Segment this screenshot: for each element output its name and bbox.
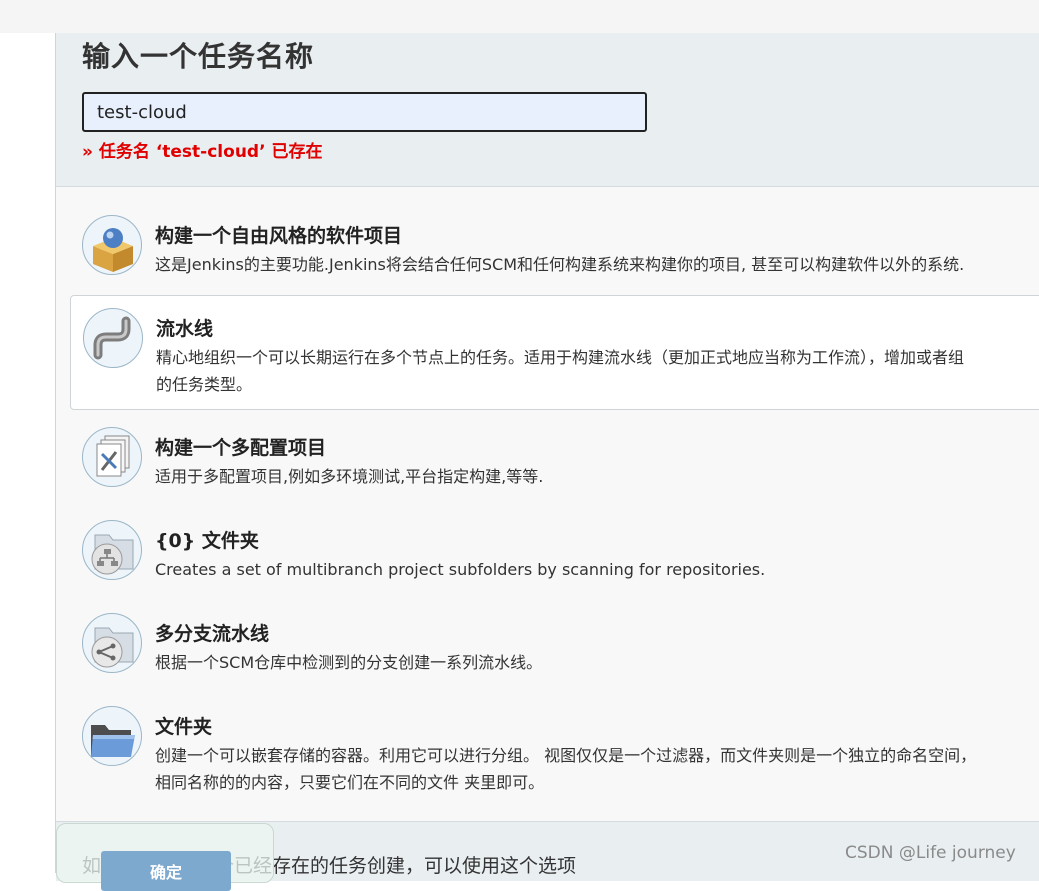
item-name-section: 输入一个任务名称 » 任务名 ‘test-cloud’ 已存在 bbox=[56, 33, 1039, 187]
ok-button[interactable]: 确定 bbox=[101, 851, 231, 891]
folder-icon bbox=[82, 706, 142, 766]
item-type-desc: 精心地组织一个可以长期运行在多个节点上的任务。适用于构建流水线（更加正式地应当称… bbox=[156, 348, 965, 367]
item-type-label: {0} 文件夹 bbox=[155, 530, 259, 552]
item-type-pipeline[interactable]: 流水线 精心地组织一个可以长期运行在多个节点上的任务。适用于构建流水线（更加正式… bbox=[70, 295, 1039, 410]
item-type-org-folder[interactable]: {0} 文件夹 Creates a set of multibranch pro… bbox=[70, 508, 1039, 596]
multi-config-project-icon bbox=[82, 427, 142, 487]
top-bar bbox=[0, 0, 1039, 33]
item-type-desc-line2: 相同名称的的内容，只要它们在不同的文件 夹里即可。 bbox=[155, 773, 545, 792]
item-type-desc: 适用于多配置项目,例如多环境测试,平台指定构建,等等. bbox=[155, 467, 544, 486]
item-name-title: 输入一个任务名称 bbox=[82, 40, 315, 73]
item-type-label: 构建一个多配置项目 bbox=[155, 437, 327, 459]
item-type-desc-line2: 的任务类型。 bbox=[156, 375, 253, 394]
item-type-desc: Creates a set of multibranch project sub… bbox=[155, 560, 766, 579]
item-type-multi-config[interactable]: 构建一个多配置项目 适用于多配置项目,例如多环境测试,平台指定构建,等等. bbox=[70, 415, 1039, 503]
ok-button-bar: 确定 bbox=[56, 823, 274, 891]
item-type-desc: 根据一个SCM仓库中检测到的分支创建一系列流水线。 bbox=[155, 653, 543, 672]
item-type-multibranch-pipeline[interactable]: 多分支流水线 根据一个SCM仓库中检测到的分支创建一系列流水线。 bbox=[70, 601, 1039, 689]
item-type-desc: 创建一个可以嵌套存储的容器。利用它可以进行分组。 视图仅仅是一个过滤器，而文件夹… bbox=[155, 746, 977, 765]
multibranch-pipeline-icon bbox=[82, 613, 142, 673]
item-type-desc: 这是Jenkins的主要功能.Jenkins将会结合任何SCM和任何构建系统来构… bbox=[155, 255, 965, 274]
item-name-error: » 任务名 ‘test-cloud’ 已存在 bbox=[82, 142, 323, 162]
org-folder-icon bbox=[82, 520, 142, 580]
item-type-label: 流水线 bbox=[156, 318, 214, 340]
item-type-freestyle[interactable]: 构建一个自由风格的软件项目 这是Jenkins的主要功能.Jenkins将会结合… bbox=[70, 203, 1039, 291]
pipeline-icon bbox=[83, 308, 143, 368]
new-item-panel: 输入一个任务名称 » 任务名 ‘test-cloud’ 已存在 构建一个自由风格… bbox=[55, 33, 1039, 891]
freestyle-project-icon bbox=[82, 215, 142, 275]
item-type-label: 多分支流水线 bbox=[155, 623, 270, 645]
item-type-label: 构建一个自由风格的软件项目 bbox=[155, 225, 403, 247]
item-name-input[interactable] bbox=[82, 92, 647, 132]
watermark: CSDN @Life journey bbox=[845, 843, 1016, 863]
item-type-folder[interactable]: 文件夹 创建一个可以嵌套存储的容器。利用它可以进行分组。 视图仅仅是一个过滤器，… bbox=[70, 694, 1039, 809]
item-type-label: 文件夹 bbox=[155, 716, 213, 738]
